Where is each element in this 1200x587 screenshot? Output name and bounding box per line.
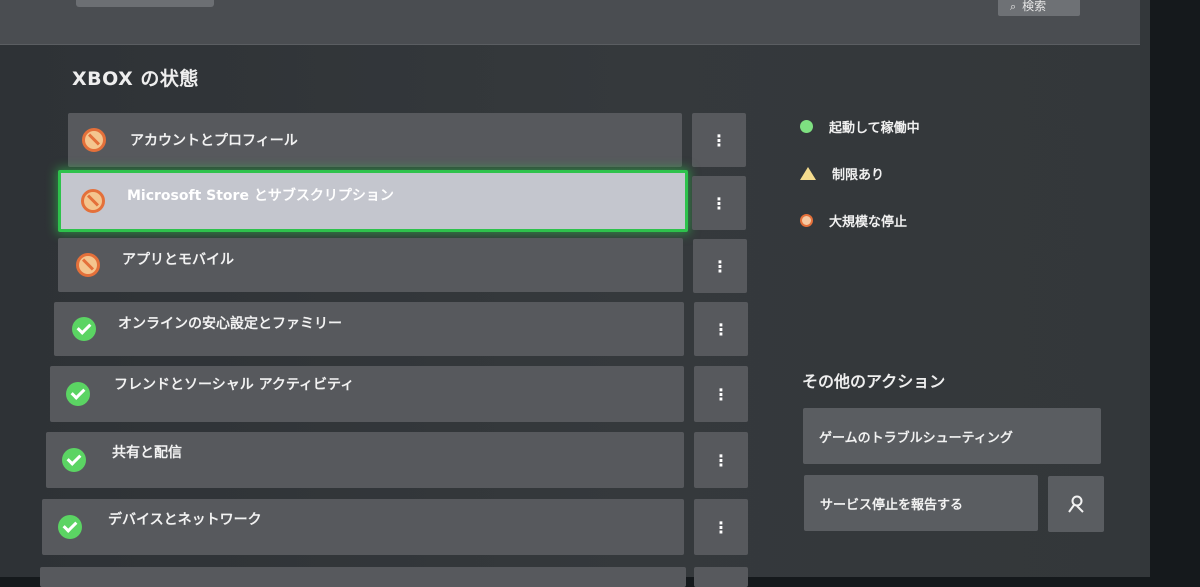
more-options-button[interactable]: ⋮ bbox=[694, 302, 748, 356]
service-row-partial[interactable] bbox=[40, 567, 686, 587]
report-outage-button[interactable]: サービス停止を報告する bbox=[804, 475, 1038, 531]
service-label: フレンドとソーシャル アクティビティ bbox=[114, 377, 355, 393]
troubleshoot-button[interactable]: ゲームのトラブルシューティング bbox=[803, 408, 1101, 464]
service-label: デバイスとネットワーク bbox=[108, 512, 262, 528]
outage-icon bbox=[800, 214, 813, 227]
more-options-button[interactable]: ⋮ bbox=[694, 366, 748, 422]
search-icon: ⌕ bbox=[1010, 0, 1017, 13]
service-row-store[interactable]: Microsoft Store とサブスクリプション bbox=[58, 170, 688, 232]
more-options-button[interactable] bbox=[694, 567, 748, 587]
more-icon: ⋮ bbox=[711, 193, 727, 213]
legend-limited: 制限あり bbox=[800, 164, 884, 183]
more-icon: ⋮ bbox=[713, 319, 729, 339]
up-running-icon bbox=[800, 120, 813, 133]
more-icon: ⋮ bbox=[713, 517, 729, 537]
legend-major-outage: 大規模な停止 bbox=[800, 211, 907, 230]
report-person-icon bbox=[1068, 495, 1084, 513]
troubleshoot-label: ゲームのトラブルシューティング bbox=[819, 430, 1013, 446]
service-row-devices[interactable]: デバイスとネットワーク bbox=[42, 499, 684, 555]
more-icon: ⋮ bbox=[712, 256, 728, 276]
service-label: アプリとモバイル bbox=[122, 252, 234, 268]
top-nav-tab[interactable] bbox=[76, 0, 214, 7]
service-row-account[interactable]: アカウントとプロフィール bbox=[68, 113, 682, 167]
more-icon: ⋮ bbox=[713, 450, 729, 470]
service-label: アカウントとプロフィール bbox=[130, 133, 298, 149]
xbox-status-screen: ⌕ 検索 XBOX の状態 アカウントとプロフィール ⋮ Microsoft St… bbox=[0, 0, 1150, 587]
more-options-button[interactable]: ⋮ bbox=[693, 239, 747, 293]
more-options-button[interactable]: ⋮ bbox=[692, 113, 746, 167]
service-label: オンラインの安心設定とファミリー bbox=[118, 316, 342, 332]
service-row-friends[interactable]: フレンドとソーシャル アクティビティ bbox=[50, 366, 684, 422]
legend-limited-label: 制限あり bbox=[832, 168, 885, 183]
service-row-family[interactable]: オンラインの安心設定とファミリー bbox=[54, 302, 684, 356]
check-icon bbox=[66, 382, 90, 406]
check-icon bbox=[72, 317, 96, 341]
page-title: XBOX の状態 bbox=[72, 68, 199, 90]
check-icon bbox=[62, 448, 86, 472]
major-outage-icon bbox=[82, 128, 106, 152]
service-label: Microsoft Store とサブスクリプション bbox=[127, 188, 394, 204]
other-actions-title: その他のアクション bbox=[802, 372, 946, 391]
search-label: 検索 bbox=[1022, 0, 1047, 13]
more-options-button[interactable]: ⋮ bbox=[694, 432, 748, 488]
more-icon: ⋮ bbox=[713, 384, 729, 404]
more-icon: ⋮ bbox=[711, 130, 727, 150]
more-options-button[interactable]: ⋮ bbox=[694, 499, 748, 555]
service-row-apps[interactable]: アプリとモバイル bbox=[58, 238, 683, 292]
report-outage-label: サービス停止を報告する bbox=[820, 497, 964, 513]
more-options-button[interactable]: ⋮ bbox=[692, 176, 746, 230]
major-outage-icon bbox=[76, 253, 100, 277]
legend-up-label: 起動して稼働中 bbox=[829, 121, 920, 136]
top-bar: ⌕ 検索 bbox=[0, 0, 1140, 45]
major-outage-icon bbox=[81, 189, 105, 213]
legend-outage-label: 大規模な停止 bbox=[829, 215, 908, 230]
search-button[interactable]: ⌕ 検索 bbox=[998, 0, 1080, 16]
warning-triangle-icon bbox=[800, 167, 816, 180]
service-label: 共有と配信 bbox=[112, 445, 182, 461]
legend-up: 起動して稼働中 bbox=[800, 117, 920, 136]
service-row-sharing[interactable]: 共有と配信 bbox=[46, 432, 684, 488]
report-icon-button[interactable] bbox=[1048, 476, 1104, 532]
check-icon bbox=[58, 515, 82, 539]
